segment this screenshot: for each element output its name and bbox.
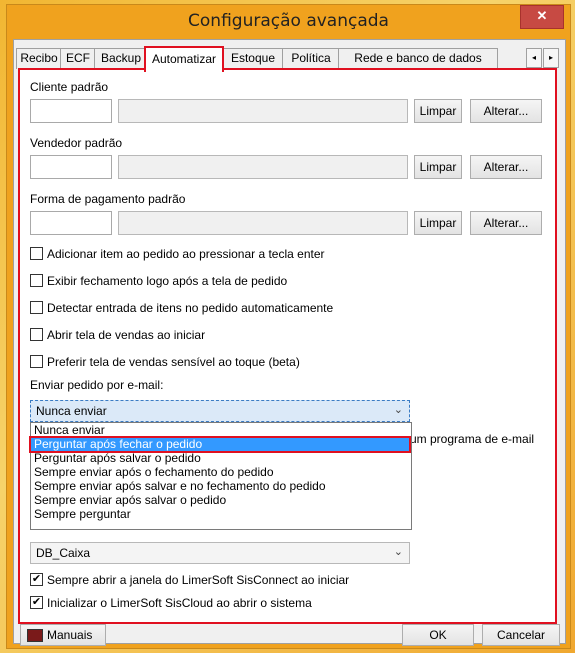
tab-recibo[interactable]: Recibo bbox=[16, 48, 62, 69]
email-label: Enviar pedido por e-mail: bbox=[30, 378, 164, 392]
checkbox-box-checked[interactable]: ✔ bbox=[30, 596, 43, 609]
chevron-down-icon[interactable]: ⌄ bbox=[394, 403, 403, 416]
manuais-button[interactable]: Manuais bbox=[20, 624, 106, 646]
checkbox-label: Adicionar item ao pedido ao pressionar a… bbox=[47, 247, 325, 261]
checkbox-label: Preferir tela de vendas sensível ao toqu… bbox=[47, 355, 300, 369]
vendedor-code-input[interactable] bbox=[30, 155, 112, 179]
checkbox-label: Sempre abrir a janela do LimerSoft SisCo… bbox=[47, 573, 350, 587]
cliente-limpar-button[interactable]: Limpar bbox=[414, 99, 462, 123]
tab-estoque[interactable]: Estoque bbox=[222, 48, 284, 69]
tab-politica[interactable]: Política bbox=[282, 48, 340, 69]
pagamento-alterar-button[interactable]: Alterar... bbox=[470, 211, 542, 235]
tab-scroll-left-icon[interactable]: ◂ bbox=[526, 48, 542, 68]
dropdown-option[interactable]: Sempre enviar após salvar o pedido bbox=[31, 494, 409, 507]
book-icon bbox=[27, 629, 43, 642]
dropdown-option[interactable]: Sempre enviar após o fechamento do pedid… bbox=[31, 466, 409, 479]
tab-ecf[interactable]: ECF bbox=[60, 48, 96, 69]
window-title: Configuração avançada bbox=[188, 11, 389, 31]
pagamento-code-input[interactable] bbox=[30, 211, 112, 235]
cliente-code-input[interactable] bbox=[30, 99, 112, 123]
checkbox-box[interactable] bbox=[30, 328, 43, 341]
chevron-down-icon[interactable]: ⌄ bbox=[394, 545, 403, 558]
db-select-value: DB_Caixa bbox=[36, 546, 91, 560]
dropdown-option-selected[interactable]: Perguntar após fechar o pedido bbox=[29, 436, 411, 453]
manuais-label: Manuais bbox=[47, 628, 93, 642]
cancelar-button[interactable]: Cancelar bbox=[482, 624, 560, 646]
tab-automatizar[interactable]: Automatizar bbox=[144, 46, 224, 72]
cliente-label: Cliente padrão bbox=[30, 80, 109, 94]
email-send-select[interactable]: Nunca enviar ⌄ bbox=[30, 400, 410, 422]
checkbox-box-checked[interactable]: ✔ bbox=[30, 573, 43, 586]
dialog-window: Configuração avançada ✕ Recibo ECF Backu… bbox=[6, 4, 571, 649]
checkbox-box[interactable] bbox=[30, 247, 43, 260]
dropdown-option[interactable]: Perguntar após salvar o pedido bbox=[31, 452, 409, 465]
email-program-text: um programa de e-mail bbox=[410, 432, 535, 446]
tab-panel-automatizar: Cliente padrão Limpar Alterar... Vendedo… bbox=[18, 68, 557, 624]
db-select[interactable]: DB_Caixa ⌄ bbox=[30, 542, 410, 564]
vendedor-alterar-button[interactable]: Alterar... bbox=[470, 155, 542, 179]
vendedor-name-field bbox=[118, 155, 408, 179]
checkbox-label: Abrir tela de vendas ao iniciar bbox=[47, 328, 206, 342]
checkbox-label: Inicializar o LimerSoft SisCloud ao abri… bbox=[47, 596, 312, 610]
tab-rede-banco[interactable]: Rede e banco de dados bbox=[338, 48, 498, 69]
cliente-alterar-button[interactable]: Alterar... bbox=[470, 99, 542, 123]
vendedor-label: Vendedor padrão bbox=[30, 136, 123, 150]
title-bar[interactable]: Configuração avançada ✕ bbox=[7, 5, 570, 37]
dropdown-option[interactable]: Nunca enviar bbox=[31, 424, 409, 437]
checkbox-box[interactable] bbox=[30, 274, 43, 287]
dropdown-option[interactable]: Sempre perguntar bbox=[31, 508, 409, 521]
dialog-body: Recibo ECF Backup Automatizar Estoque Po… bbox=[13, 39, 566, 646]
checkbox-box[interactable] bbox=[30, 355, 43, 368]
checkbox-label: Exibir fechamento logo após a tela de pe… bbox=[47, 274, 288, 288]
tab-backup[interactable]: Backup bbox=[94, 48, 148, 69]
email-send-value: Nunca enviar bbox=[36, 404, 107, 418]
cliente-name-field bbox=[118, 99, 408, 123]
pagamento-label: Forma de pagamento padrão bbox=[30, 192, 186, 206]
email-send-dropdown: Nunca enviar Perguntar após fechar o ped… bbox=[29, 422, 412, 530]
pagamento-name-field bbox=[118, 211, 408, 235]
checkbox-label: Detectar entrada de itens no pedido auto… bbox=[47, 301, 334, 315]
vendedor-limpar-button[interactable]: Limpar bbox=[414, 155, 462, 179]
tab-scroll-right-icon[interactable]: ▸ bbox=[543, 48, 559, 68]
pagamento-limpar-button[interactable]: Limpar bbox=[414, 211, 462, 235]
dropdown-option[interactable]: Sempre enviar após salvar e no fechament… bbox=[31, 480, 409, 493]
close-button[interactable]: ✕ bbox=[520, 5, 564, 29]
tab-strip: Recibo ECF Backup Automatizar Estoque Po… bbox=[16, 46, 561, 72]
ok-button[interactable]: OK bbox=[402, 624, 474, 646]
checkbox-box[interactable] bbox=[30, 301, 43, 314]
